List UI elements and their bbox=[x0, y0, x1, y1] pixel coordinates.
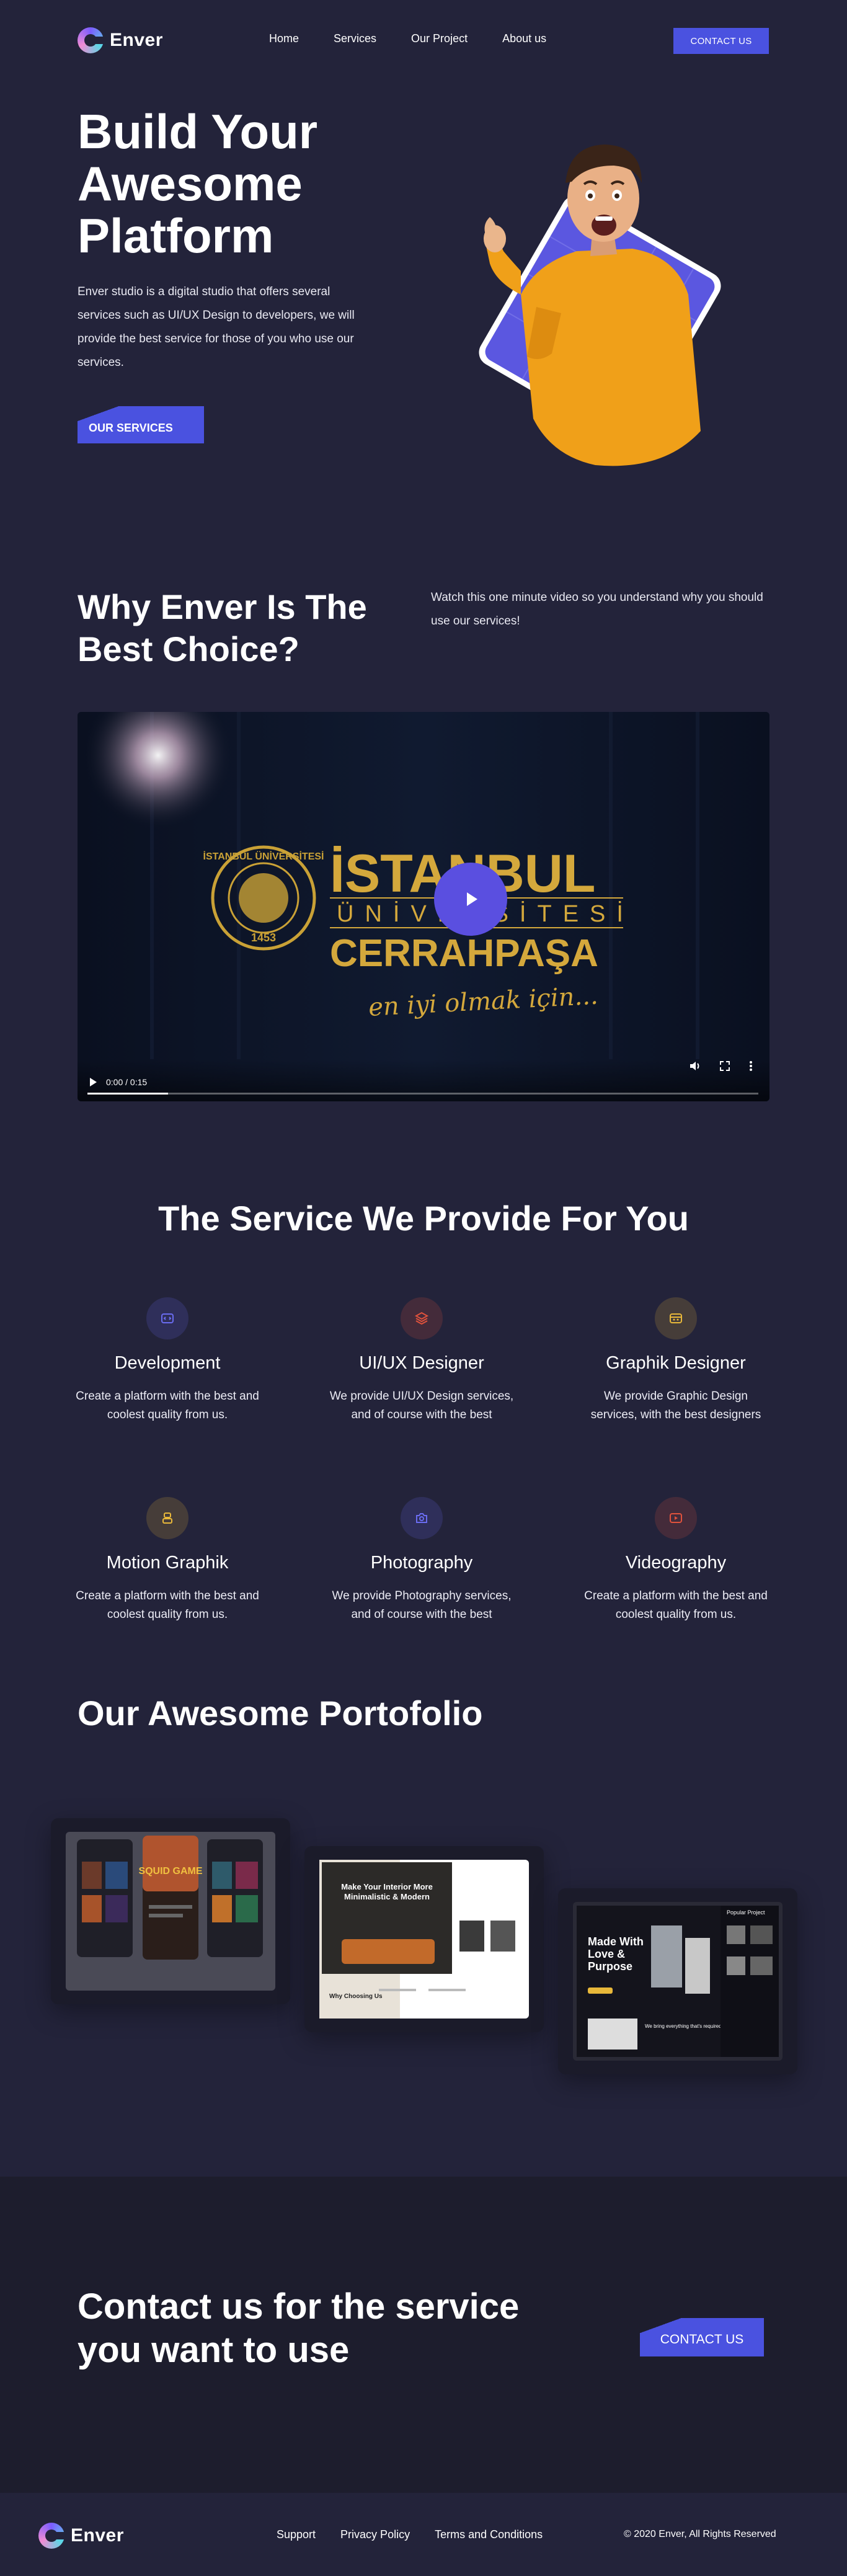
movie-title: SQUID GAME bbox=[138, 1866, 202, 1876]
service-card-motion[interactable]: Motion Graphik Create a platform with th… bbox=[68, 1497, 267, 1624]
volume-icon[interactable] bbox=[688, 1059, 702, 1073]
portfolio-image-agency-site: Made With Love & Purpose We bring everythi… bbox=[573, 1902, 783, 2061]
service-card-uiux[interactable]: UI/UX Designer We provide UI/UX Design s… bbox=[322, 1297, 521, 1424]
seal-year: 1453 bbox=[251, 931, 276, 944]
footer-link-support[interactable]: Support bbox=[277, 2528, 316, 2541]
portfolio-card-interior-site[interactable]: Make Your Interior More Minimalistic & Mo… bbox=[304, 1846, 544, 2032]
window-icon bbox=[655, 1297, 697, 1339]
motion-icon bbox=[146, 1497, 188, 1539]
nav-link-services[interactable]: Services bbox=[334, 32, 376, 45]
nav-link-our-project[interactable]: Our Project bbox=[411, 32, 468, 45]
layers-icon bbox=[401, 1297, 443, 1339]
footer-brand-name: Enver bbox=[71, 2525, 124, 2546]
video-frame: İSTANBUL ÜNİVERSİTESİ 1453 İSTANBUL ÜNİV… bbox=[78, 712, 769, 1101]
portfolio-image-movie-app: SQUID GAME bbox=[66, 1832, 275, 1991]
portfolio-title: Our Awesome Portofolio bbox=[78, 1694, 483, 1733]
video-title-line3: CERRAHPAŞA bbox=[330, 932, 598, 975]
video-progress-fill bbox=[87, 1093, 168, 1095]
video-progress-bar[interactable] bbox=[87, 1093, 758, 1095]
service-description: Create a platform with the best and cool… bbox=[76, 1390, 259, 1421]
service-card-development[interactable]: Development Create a platform with the b… bbox=[68, 1297, 267, 1424]
service-card-graphic[interactable]: Graphik Designer We provide Graphic Desi… bbox=[577, 1297, 775, 1424]
cta-contact-button[interactable]: CONTACT US bbox=[640, 2318, 764, 2356]
control-play-icon[interactable] bbox=[90, 1078, 97, 1086]
interior-footer: Why Choosing Us bbox=[329, 1993, 383, 2000]
nav-link-home[interactable]: Home bbox=[269, 32, 299, 45]
video-icon bbox=[655, 1497, 697, 1539]
hero-person-image bbox=[479, 144, 721, 466]
nav-contact-button[interactable]: CONTACT US bbox=[673, 28, 769, 54]
code-icon bbox=[146, 1297, 188, 1339]
video-time: 0:00 / 0:15 bbox=[106, 1077, 148, 1087]
portfolio-card-movie-app[interactable]: SQUID GAME bbox=[51, 1818, 290, 2004]
camera-icon bbox=[401, 1497, 443, 1539]
portfolio-image-interior-site: Make Your Interior More Minimalistic & Mo… bbox=[319, 1860, 529, 2019]
footer-link-privacy[interactable]: Privacy Policy bbox=[340, 2528, 410, 2541]
play-icon bbox=[467, 892, 477, 906]
service-description: Create a platform with the best and cool… bbox=[584, 1589, 768, 1621]
why-section-title: Why Enver Is The Best Choice? bbox=[78, 587, 367, 668]
landing-page: Enver Home Services Our Project About us… bbox=[0, 0, 847, 2576]
logo-mark-icon bbox=[38, 2523, 66, 2549]
fullscreen-icon[interactable] bbox=[718, 1059, 732, 1073]
seal-text: İSTANBUL ÜNİVERSİTESİ bbox=[203, 850, 324, 862]
footer: Enver Support Privacy Policy Terms and C… bbox=[0, 2493, 847, 2576]
video-play-button[interactable] bbox=[434, 863, 507, 936]
service-name: Motion Graphik bbox=[106, 1553, 229, 1573]
video-controls: 0:00 / 0:15 bbox=[78, 1059, 769, 1101]
service-name: Graphik Designer bbox=[606, 1353, 746, 1373]
service-card-photography[interactable]: Photography We provide Photography servi… bbox=[322, 1497, 521, 1624]
more-options-icon[interactable] bbox=[744, 1059, 758, 1073]
why-section-text: Watch this one minute video so you under… bbox=[431, 591, 763, 628]
hero-title: Build Your Awesome Platform bbox=[78, 104, 318, 263]
top-nav: Enver Home Services Our Project About us… bbox=[0, 0, 847, 81]
service-description: Create a platform with the best and cool… bbox=[76, 1589, 259, 1621]
brand-name: Enver bbox=[110, 30, 163, 50]
service-name: Photography bbox=[370, 1553, 473, 1573]
copyright: © 2020 Enver, All Rights Reserved bbox=[624, 2529, 776, 2539]
agency-tag: Popular Project bbox=[727, 1909, 765, 1916]
service-description: We provide Graphic Design services, with… bbox=[590, 1390, 761, 1421]
portfolio-card-agency-site[interactable]: Made With Love & Purpose We bring everythi… bbox=[558, 1888, 797, 2074]
nav-link-about-us[interactable]: About us bbox=[502, 32, 546, 45]
hero-illustration bbox=[428, 109, 738, 499]
footer-links: Support Privacy Policy Terms and Conditi… bbox=[277, 2528, 543, 2541]
our-services-button[interactable]: OUR SERVICES bbox=[78, 406, 204, 443]
service-card-videography[interactable]: Videography Create a platform with the b… bbox=[577, 1497, 775, 1624]
nav-links: Home Services Our Project About us bbox=[269, 32, 546, 45]
footer-logo[interactable]: Enver bbox=[38, 2523, 124, 2549]
cta-title: Contact us for the service you want to u… bbox=[78, 2286, 520, 2370]
brand-logo[interactable]: Enver bbox=[78, 27, 163, 53]
contact-cta-section: Contact us for the service you want to u… bbox=[0, 2177, 847, 2493]
promo-video-player[interactable]: İSTANBUL ÜNİVERSİTESİ 1453 İSTANBUL ÜNİV… bbox=[78, 712, 769, 1101]
service-name: Videography bbox=[625, 1553, 727, 1573]
footer-link-terms[interactable]: Terms and Conditions bbox=[435, 2528, 543, 2541]
service-name: UI/UX Designer bbox=[359, 1353, 484, 1373]
service-description: We provide Photography services, and of … bbox=[332, 1589, 512, 1621]
hero-description: Enver studio is a digital studio that of… bbox=[78, 285, 355, 369]
logo-mark-icon bbox=[78, 27, 105, 53]
interior-headline: Make Your Interior More Minimalistic & Mo… bbox=[341, 1882, 433, 1901]
services-title: The Service We Provide For You bbox=[158, 1199, 689, 1238]
service-description: We provide UI/UX Design services, and of… bbox=[329, 1390, 514, 1421]
service-name: Development bbox=[114, 1353, 221, 1373]
